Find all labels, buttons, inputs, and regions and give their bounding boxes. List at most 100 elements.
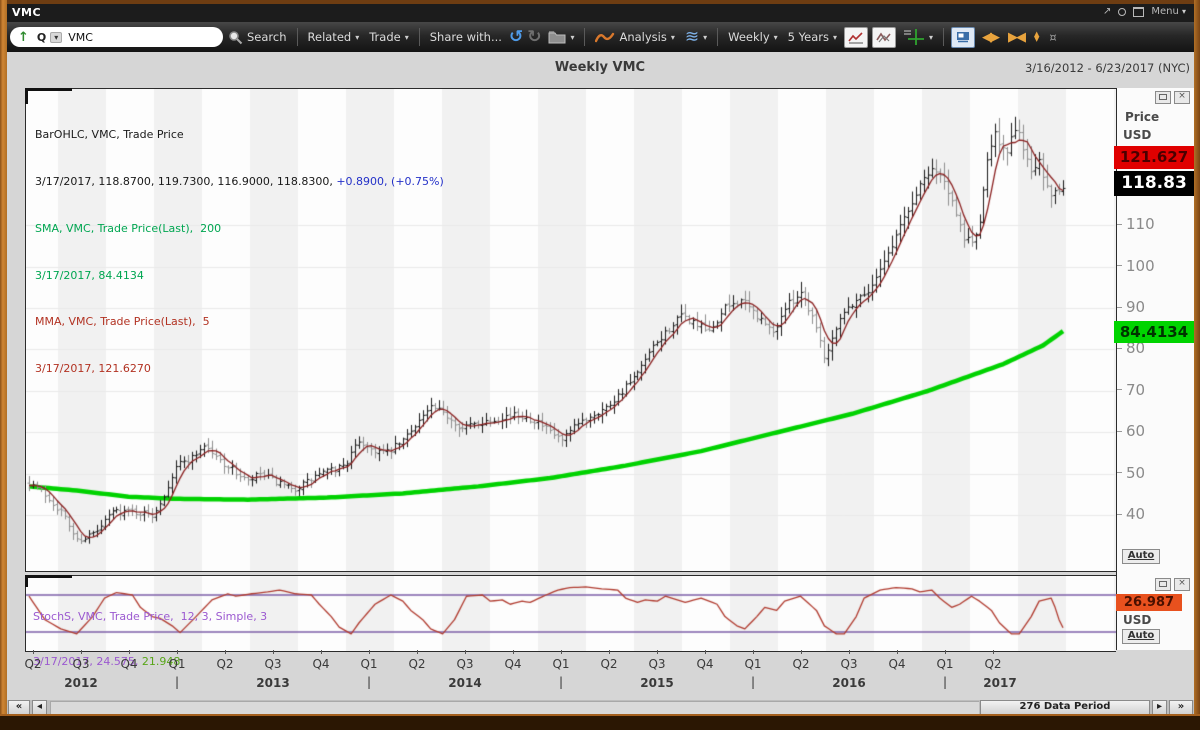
last-price-badge: 118.83 — [1114, 171, 1194, 196]
interval-select[interactable]: Weekly ▾ — [723, 30, 783, 44]
symbol-entry: ↑ Q ▾ — [10, 27, 223, 47]
undo-icon: ↺ — [508, 27, 524, 47]
open-layout-button[interactable]: ▾ — [543, 30, 579, 44]
window-frame-left — [0, 0, 7, 730]
minimize-pane-icon[interactable] — [1155, 91, 1171, 104]
currency-icon: ¤ — [1049, 30, 1057, 44]
redo-icon: ↻ — [527, 27, 542, 47]
window-frame-right — [1194, 0, 1200, 730]
quarter-label: Q4 — [696, 657, 714, 671]
quarter-label: Q2 — [216, 657, 234, 671]
price-tick-label: 100 — [1126, 256, 1155, 275]
quarter-label: Q1 — [552, 657, 570, 671]
quote-type-label[interactable]: Q — [33, 31, 50, 44]
quarter-label: Q4 — [504, 657, 522, 671]
up-arrow-icon[interactable]: ↑ — [14, 30, 33, 45]
quarter-label: Q1 — [360, 657, 378, 671]
window-icon[interactable] — [1133, 6, 1145, 17]
price-tick-label: 60 — [1126, 422, 1146, 441]
analysis-button[interactable]: Analysis ▾ — [590, 30, 679, 44]
quarter-label: Q3 — [648, 657, 666, 671]
monitor-icon — [957, 32, 970, 43]
axis-price-label: Price — [1125, 110, 1160, 124]
collapse-bars-button[interactable]: ▶◀ — [1003, 30, 1029, 45]
folder-icon — [548, 31, 566, 44]
chart-style-button-2[interactable] — [872, 26, 896, 48]
range-select[interactable]: 5 Years ▾ — [783, 30, 842, 44]
year-separator: | — [366, 675, 372, 689]
pin-icon[interactable] — [1118, 7, 1127, 16]
symbol-input[interactable] — [66, 29, 191, 45]
quarter-label: Q3 — [72, 657, 90, 671]
price-tick-label: 90 — [1126, 298, 1146, 316]
axis-currency-label: USD — [1123, 128, 1152, 142]
time-tick — [561, 650, 562, 654]
undo-button[interactable]: ↺ — [507, 27, 525, 47]
fit-vertical-button[interactable]: ▲ ▼ — [1029, 30, 1044, 43]
stoch-auto-scale-button[interactable]: Auto — [1122, 629, 1160, 644]
time-tick — [225, 650, 226, 654]
time-tick — [801, 650, 802, 654]
time-tick — [657, 650, 658, 654]
price-tick — [1117, 306, 1122, 308]
symbol-dropdown-icon[interactable]: ▾ — [50, 31, 63, 43]
quarter-label: Q1 — [744, 657, 762, 671]
window-frame-bottom — [0, 714, 1200, 730]
collapse-icon: ▶◀ — [1008, 29, 1026, 45]
chart-title: Weekly VMC — [554, 60, 646, 75]
expand-icon: ◀▶ — [982, 29, 1000, 45]
price-pane-controls: × — [1155, 91, 1190, 104]
time-tick — [81, 650, 82, 654]
price-tick-label: 40 — [1126, 505, 1146, 524]
time-tick — [849, 650, 850, 654]
quarter-label: Q4 — [312, 657, 330, 671]
quarter-label: Q2 — [408, 657, 426, 671]
chart-style-button-1[interactable] — [844, 26, 868, 48]
quarter-label: Q2 — [984, 657, 1002, 671]
stoch-pane-controls: × — [1155, 578, 1190, 591]
search-button[interactable]: Search — [223, 30, 292, 45]
scrollbar-track[interactable] — [50, 701, 979, 715]
quarter-label: Q2 — [792, 657, 810, 671]
analysis-squiggle-icon — [595, 32, 615, 42]
close-pane-icon[interactable]: × — [1174, 91, 1190, 104]
time-tick — [321, 650, 322, 654]
crosshair-icon — [904, 29, 924, 45]
legend-sma-series: SMA, VMC, Trade Price(Last), 200 — [35, 221, 222, 235]
time-tick — [465, 650, 466, 654]
redo-button[interactable]: ↻ — [525, 27, 543, 47]
price-tick — [1117, 223, 1122, 225]
minimize-pane-icon[interactable] — [1155, 578, 1171, 591]
price-tick — [1117, 347, 1122, 349]
legend-mma-value: 3/17/2017, 121.6270 — [35, 362, 151, 376]
quarter-label: Q2 — [24, 657, 42, 671]
close-pane-icon[interactable]: × — [1174, 578, 1190, 591]
popout-icon[interactable]: ↗ — [1103, 6, 1111, 17]
fit-vertical-icon: ▲ ▼ — [1034, 30, 1040, 43]
monitor-button[interactable] — [951, 26, 976, 48]
quarter-label: Q3 — [840, 657, 858, 671]
price-tick-label: 70 — [1126, 380, 1146, 399]
time-tick — [129, 650, 130, 654]
price-auto-scale-button[interactable]: Auto — [1122, 549, 1160, 564]
price-tick — [1117, 430, 1122, 432]
legend-sma-value: 3/17/2017, 84.4134 — [35, 268, 144, 282]
crosshair-button[interactable]: ▾ — [898, 28, 938, 46]
price-tick — [1117, 513, 1122, 515]
trading-terminal-window: VMC ↗ Menu ▾ ↑ Q ▾ Search Related▾ Trade… — [0, 0, 1200, 730]
menu-button[interactable]: Menu ▾ — [1151, 6, 1186, 17]
trade-button[interactable]: Trade ▾ — [364, 30, 414, 44]
title-bar: VMC ↗ Menu ▾ — [7, 4, 1194, 22]
expand-bars-button[interactable]: ◀▶ — [977, 30, 1003, 45]
indicators-button[interactable]: ≋ ▾ — [680, 27, 712, 47]
price-axis[interactable]: × Price USD 121.627 118.83 110 100 90 80 70 6… — [1114, 88, 1194, 650]
related-button[interactable]: Related ▾ — [303, 30, 365, 44]
year-label: 2012 — [64, 676, 98, 690]
chart-thumb-icon — [848, 31, 863, 43]
year-label: 2013 — [256, 676, 290, 690]
time-tick — [513, 650, 514, 654]
share-with-button[interactable]: Share with... — [425, 30, 507, 44]
time-tick — [753, 650, 754, 654]
currency-button[interactable]: ¤ — [1044, 30, 1061, 44]
quarter-label: Q3 — [264, 657, 282, 671]
